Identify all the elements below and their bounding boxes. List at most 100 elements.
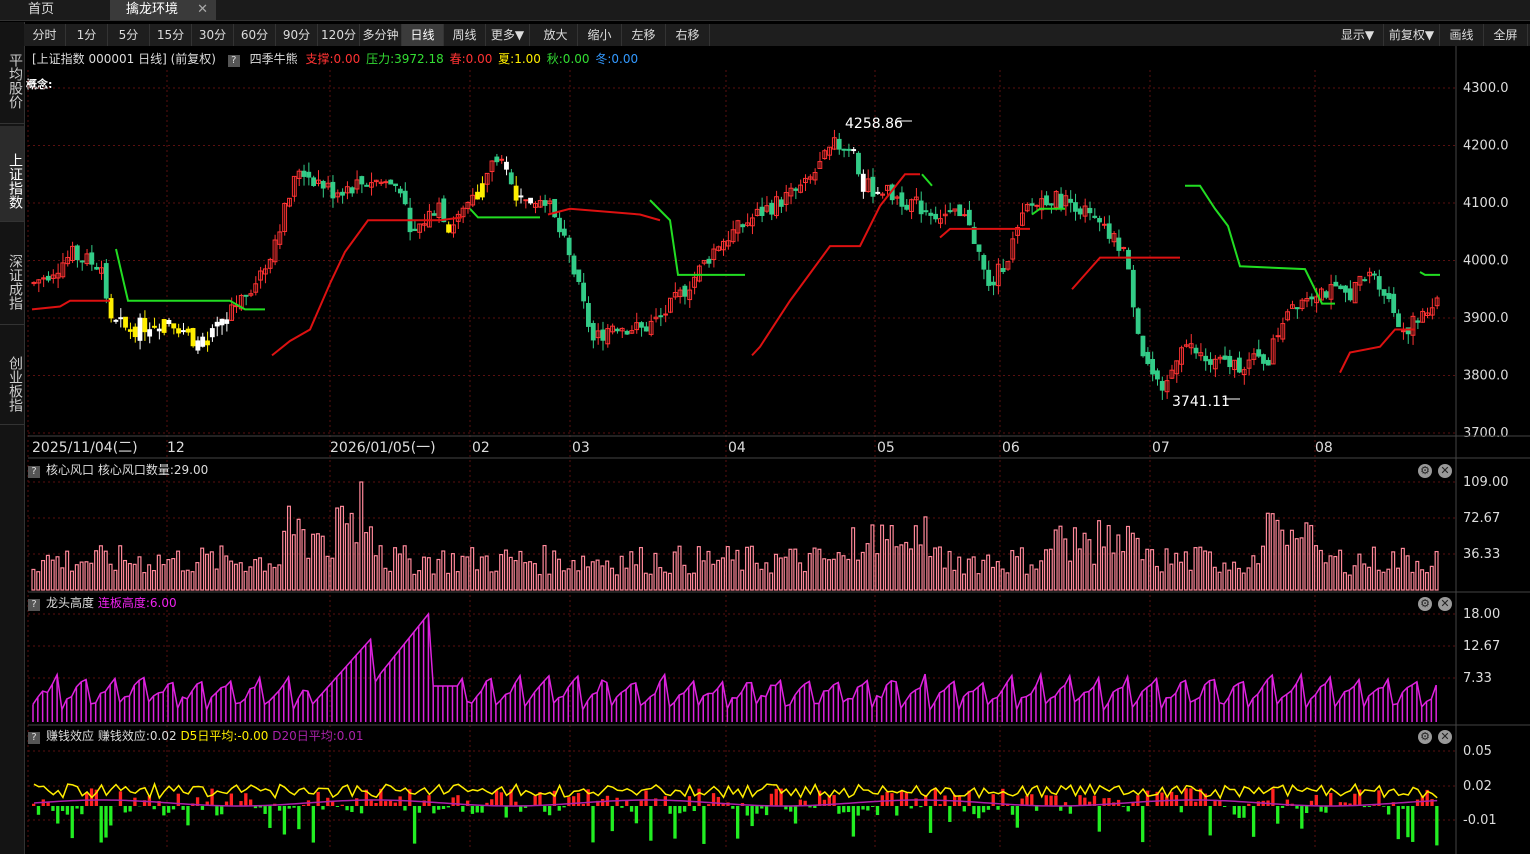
candle-body (1318, 288, 1324, 301)
profit-bar (398, 796, 402, 806)
candle-body (1015, 226, 1020, 236)
y-tick-label: 4000.0 (1463, 254, 1509, 269)
period-10[interactable]: 周线 (444, 24, 486, 46)
sidebar-item-avg-price[interactable]: 平均股价 (0, 32, 24, 130)
candle-body (576, 269, 582, 282)
profit-bar (682, 806, 687, 812)
core-wind-bar (1010, 549, 1015, 591)
profit-bar (1411, 806, 1415, 842)
action-2[interactable]: 左移 (622, 24, 666, 46)
tab-home[interactable]: 首页 (0, 0, 110, 20)
core-wind-bar (267, 563, 272, 591)
sidebar-item-shenzhen[interactable]: 深证成指 (0, 234, 24, 329)
profit-bar (750, 806, 754, 827)
candle-body (1285, 311, 1291, 321)
period-0[interactable]: 分时 (24, 24, 66, 46)
sidebar-item-shanghai[interactable]: 上证指数 (0, 126, 24, 221)
y-tick-label: 3800.0 (1463, 369, 1509, 384)
close-icon[interactable]: ✕ (1438, 464, 1452, 478)
profit-bar (1174, 795, 1179, 806)
help-icon[interactable]: ? (28, 732, 40, 744)
candle-body (330, 181, 336, 199)
candle-body (108, 298, 114, 319)
close-icon[interactable]: ✕ (1438, 730, 1452, 744)
candle-body (764, 205, 770, 212)
core-wind-bar (204, 553, 210, 591)
candle-body (89, 252, 95, 265)
core-wind-bar (1323, 562, 1328, 591)
candle-body (1323, 291, 1329, 298)
core-wind-bar (397, 553, 402, 591)
period-11[interactable]: 更多▼ (486, 24, 530, 46)
core-wind-bar (277, 564, 282, 591)
core-wind-bar (1169, 563, 1174, 591)
profit-bar (263, 806, 267, 814)
help-icon[interactable]: ? (227, 55, 240, 67)
period-9[interactable]: 日线 (402, 24, 444, 46)
candle-body (325, 182, 331, 188)
candle-body (966, 209, 972, 226)
candle-body (725, 240, 731, 247)
period-2[interactable]: 5分 (108, 24, 150, 46)
profit-bar (933, 787, 938, 806)
tab-qinlong-env[interactable]: 擒龙环境 ✕ (110, 0, 216, 20)
profit-bar (625, 800, 629, 806)
candle-body (1400, 330, 1406, 333)
period-6[interactable]: 90分 (276, 24, 318, 46)
close-icon[interactable]: ✕ (197, 0, 208, 20)
candle-body (489, 160, 495, 173)
settings-icon[interactable]: ⚙ (1418, 597, 1432, 611)
action-1[interactable]: 缩小 (578, 24, 622, 46)
candle-body (402, 190, 408, 205)
panel-title-profit-effect: ? 赚钱效应 赚钱效应:0.02 D5日平均:-0.00 D20日平均:0.01 (28, 728, 364, 744)
period-3[interactable]: 15分 (150, 24, 192, 46)
profit-bar (1155, 791, 1159, 806)
profit-bar (1338, 802, 1343, 806)
candle-body (190, 328, 196, 347)
candle-body (532, 203, 538, 208)
settings-icon[interactable]: ⚙ (1418, 730, 1432, 744)
core-wind-bar (45, 554, 50, 591)
candle-body (301, 170, 307, 177)
settings-icon[interactable]: ⚙ (1418, 464, 1432, 478)
right-1[interactable]: 前复权▼ (1384, 24, 1440, 46)
profit-bar (1025, 795, 1029, 806)
period-7[interactable]: 120分 (318, 24, 360, 46)
profit-bar (1329, 792, 1333, 806)
candle-body (942, 213, 948, 217)
help-icon[interactable]: ? (28, 466, 40, 478)
action-0[interactable]: 放大 (534, 24, 578, 46)
candle-body (1044, 195, 1049, 206)
sidebar-item-chinext[interactable]: 创业板指 (0, 336, 24, 431)
period-4[interactable]: 30分 (192, 24, 234, 46)
profit-bar (306, 800, 311, 806)
right-0[interactable]: 显示▼ (1332, 24, 1384, 46)
candle-body (827, 146, 832, 156)
action-3[interactable]: 右移 (666, 24, 710, 46)
period-5[interactable]: 60分 (234, 24, 276, 46)
profit-bar (388, 800, 393, 806)
tab-label: 擒龙环境 (126, 2, 179, 17)
candle-body (1261, 354, 1266, 364)
candle-body (147, 329, 153, 337)
candle-body (986, 269, 992, 286)
right-3[interactable]: 全屏 (1484, 24, 1528, 46)
period-1[interactable]: 1分 (66, 24, 108, 46)
help-icon[interactable]: ? (28, 599, 40, 611)
panel-title-dragon-height: ? 龙头高度 连板高度:6.00 (28, 595, 177, 611)
close-icon[interactable]: ✕ (1438, 597, 1452, 611)
candle-body (1217, 356, 1223, 360)
core-wind-bar (600, 565, 605, 591)
profit-bar (899, 791, 904, 806)
profit-bar (1256, 801, 1261, 806)
period-8[interactable]: 多分钟 (360, 24, 402, 46)
right-2[interactable]: 画线 (1440, 24, 1484, 46)
profit-bar (1015, 806, 1019, 828)
candle-body (180, 330, 186, 333)
profit-bar (461, 806, 465, 812)
candle-body (682, 285, 688, 297)
core-wind-bar (740, 569, 745, 591)
support-line (547, 207, 661, 222)
candle-body (1179, 347, 1184, 365)
candle-body (36, 279, 42, 284)
